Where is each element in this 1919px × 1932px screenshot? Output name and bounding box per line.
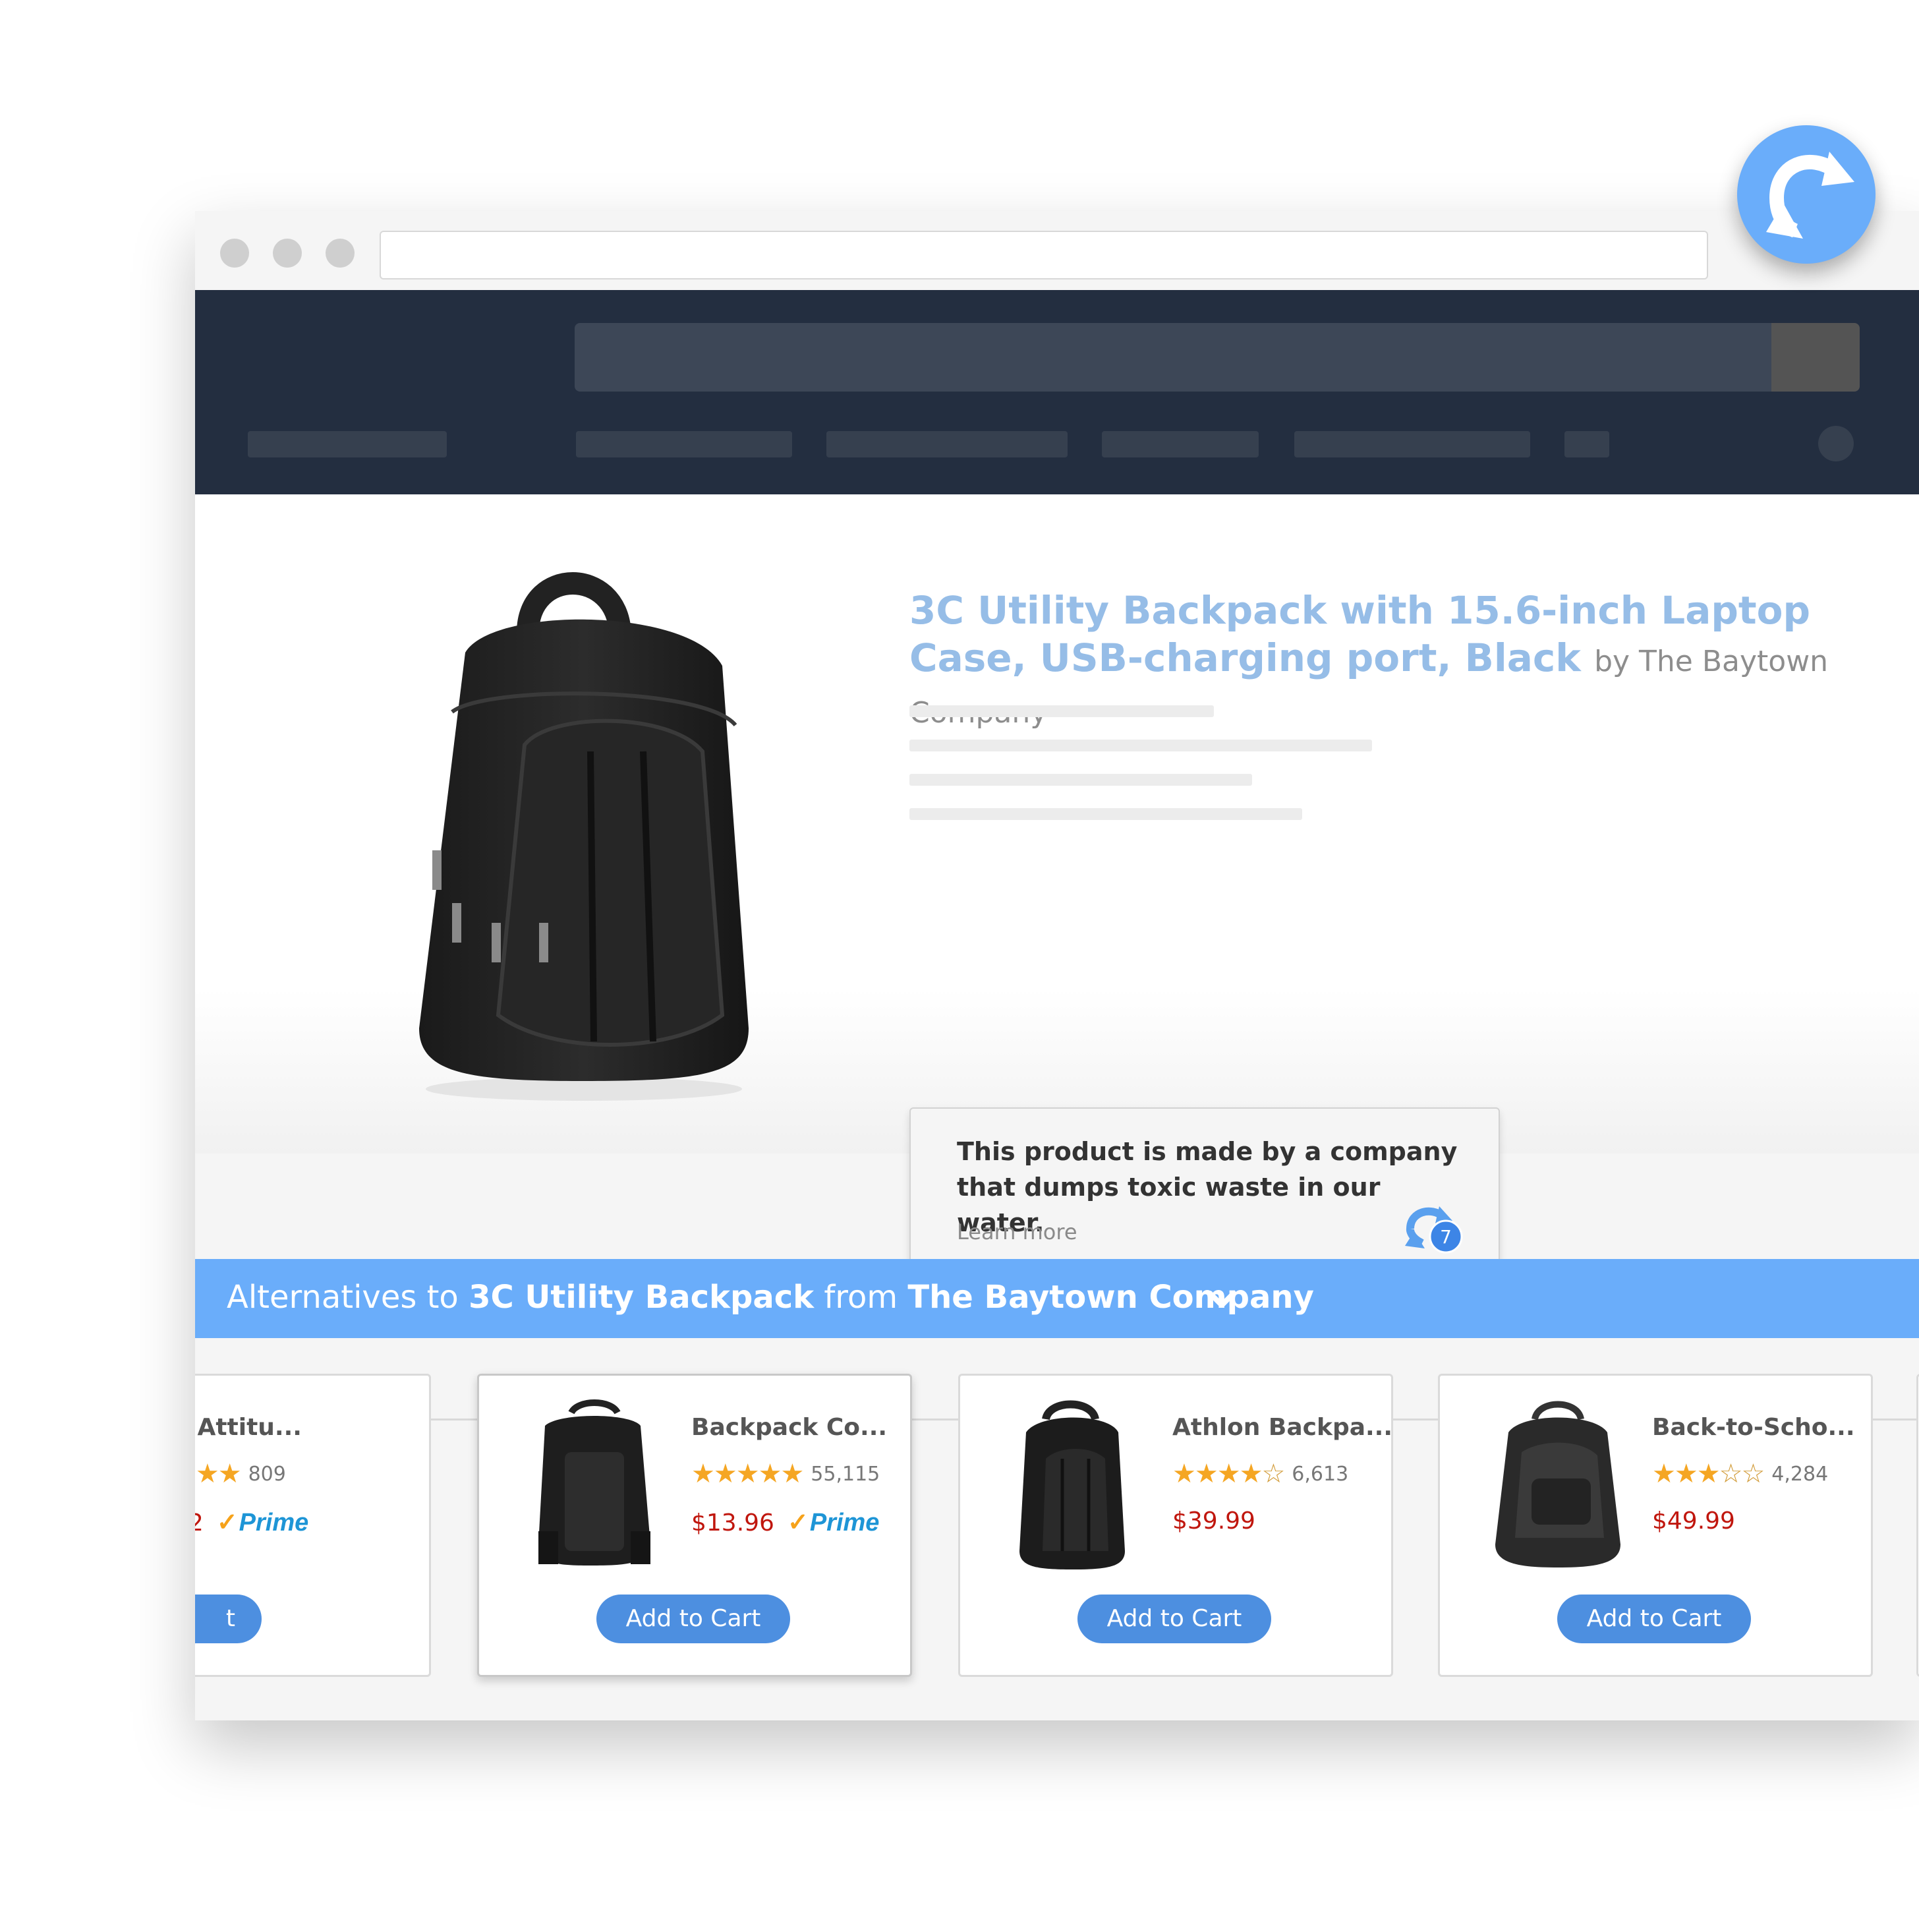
star-rating-icon: ★★★★☆ xyxy=(1172,1459,1285,1488)
ethics-notice: This product is made by a company that d… xyxy=(909,1107,1500,1272)
card-title[interactable]: Backpack Co... xyxy=(691,1414,887,1441)
product-image xyxy=(419,572,749,1101)
alternative-card[interactable]: Backpack Co... ★★★★★ 55,115 $13.96 ✓Prime … xyxy=(477,1374,912,1677)
prime-badge: ✓Prime xyxy=(788,1509,879,1537)
add-to-cart-button[interactable]: Add to Cart xyxy=(1557,1595,1751,1643)
add-to-cart-button[interactable]: t xyxy=(195,1595,262,1643)
alternative-card[interactable]: k Attitu... ★★★809 92 ✓Prime t xyxy=(195,1374,431,1677)
learn-more-link[interactable]: Learn more xyxy=(957,1219,1077,1244)
prime-check-icon: ✓ xyxy=(787,1509,809,1537)
alternative-card[interactable]: Back-to-Scho... ★★★☆☆ 4,284 $49.99 Add to… xyxy=(1438,1374,1873,1677)
card-rating: ★★★★☆ 6,613 xyxy=(1172,1459,1348,1489)
card-price: $39.99 xyxy=(1172,1508,1255,1535)
card-product-image xyxy=(1019,1400,1125,1569)
product-detail: 3C Utility Backpack with 15.6-inch Lapto… xyxy=(195,494,1919,1420)
review-count: 809 xyxy=(248,1462,286,1486)
card-product-image xyxy=(1495,1401,1620,1567)
text-placeholder xyxy=(909,774,1252,786)
text-placeholder xyxy=(909,740,1372,751)
notice-badge-count: 7 xyxy=(1440,1226,1452,1248)
prime-badge: ✓Prime xyxy=(217,1509,308,1537)
nav-placeholder-item[interactable] xyxy=(1102,431,1259,457)
alternative-card[interactable]: Athlon Backpa... ★★★★☆ 6,613 $39.99 Add t… xyxy=(958,1374,1393,1677)
prime-check-icon: ✓ xyxy=(216,1509,238,1537)
card-price: 92 xyxy=(195,1509,204,1537)
card-title[interactable]: k Attitu... xyxy=(195,1414,302,1441)
card-price-row: $13.96 ✓Prime xyxy=(691,1508,879,1537)
swap-arrows-icon xyxy=(1766,152,1854,239)
alternatives-bar[interactable]: Alternatives to 3C Utility Backpack from… xyxy=(195,1259,1919,1338)
browser-window: 3C Utility Backpack with 15.6-inch Lapto… xyxy=(195,211,1919,1720)
chevron-down-icon[interactable] xyxy=(1205,1281,1239,1316)
star-rating-icon: ★★★☆☆ xyxy=(1652,1459,1765,1488)
account-avatar[interactable] xyxy=(1818,426,1854,461)
window-close-dot[interactable] xyxy=(220,239,249,268)
search-input[interactable] xyxy=(575,323,1771,392)
text-placeholder xyxy=(909,705,1214,717)
prime-label: Prime xyxy=(809,1509,880,1537)
card-product-image xyxy=(538,1399,650,1566)
card-price-row: 92 ✓Prime xyxy=(195,1508,308,1537)
alt-company: The Baytown Company xyxy=(907,1279,1314,1316)
nav-placeholder-item[interactable] xyxy=(1564,431,1609,457)
site-header xyxy=(195,290,1919,494)
alt-middle: from xyxy=(814,1279,908,1316)
card-price-row: $39.99 xyxy=(1172,1508,1255,1535)
card-title[interactable]: Back-to-Scho... xyxy=(1652,1414,1855,1441)
search-button[interactable] xyxy=(1771,323,1860,392)
alternatives-heading: Alternatives to 3C Utility Backpack from… xyxy=(227,1279,1314,1316)
card-rating: ★★★★★ 55,115 xyxy=(691,1459,880,1489)
card-price: $13.96 xyxy=(691,1509,774,1537)
extension-button[interactable] xyxy=(1737,125,1876,264)
text-placeholder xyxy=(909,808,1302,820)
prime-label: Prime xyxy=(239,1509,309,1537)
card-rating: ★★★☆☆ 4,284 xyxy=(1652,1459,1828,1489)
window-zoom-dot[interactable] xyxy=(326,239,355,268)
nav-placeholder-item[interactable] xyxy=(576,431,792,457)
alt-prefix: Alternatives to xyxy=(227,1279,469,1316)
card-price: $49.99 xyxy=(1652,1508,1735,1535)
review-count: 6,613 xyxy=(1292,1462,1349,1486)
review-count: 4,284 xyxy=(1771,1462,1829,1486)
add-to-cart-button[interactable]: Add to Cart xyxy=(596,1595,790,1643)
review-count: 55,115 xyxy=(811,1462,880,1486)
card-rating: ★★★809 xyxy=(195,1459,286,1489)
card-title[interactable]: Athlon Backpa... xyxy=(1172,1414,1392,1441)
window-minimize-dot[interactable] xyxy=(273,239,302,268)
nav-placeholder-item[interactable] xyxy=(1294,431,1530,457)
alternative-card-partial[interactable] xyxy=(1916,1374,1919,1677)
address-bar[interactable] xyxy=(380,231,1708,279)
nav-placeholder-logo[interactable] xyxy=(248,431,447,457)
card-price-row: $49.99 xyxy=(1652,1508,1735,1535)
add-to-cart-button[interactable]: Add to Cart xyxy=(1077,1595,1271,1643)
nav-placeholder-item[interactable] xyxy=(826,431,1068,457)
star-rating-icon: ★★★★★ xyxy=(691,1459,804,1488)
alt-product: 3C Utility Backpack xyxy=(469,1279,815,1316)
swap-arrows-icon[interactable]: 7 xyxy=(1402,1202,1466,1255)
star-rating-icon: ★★★ xyxy=(195,1459,242,1488)
